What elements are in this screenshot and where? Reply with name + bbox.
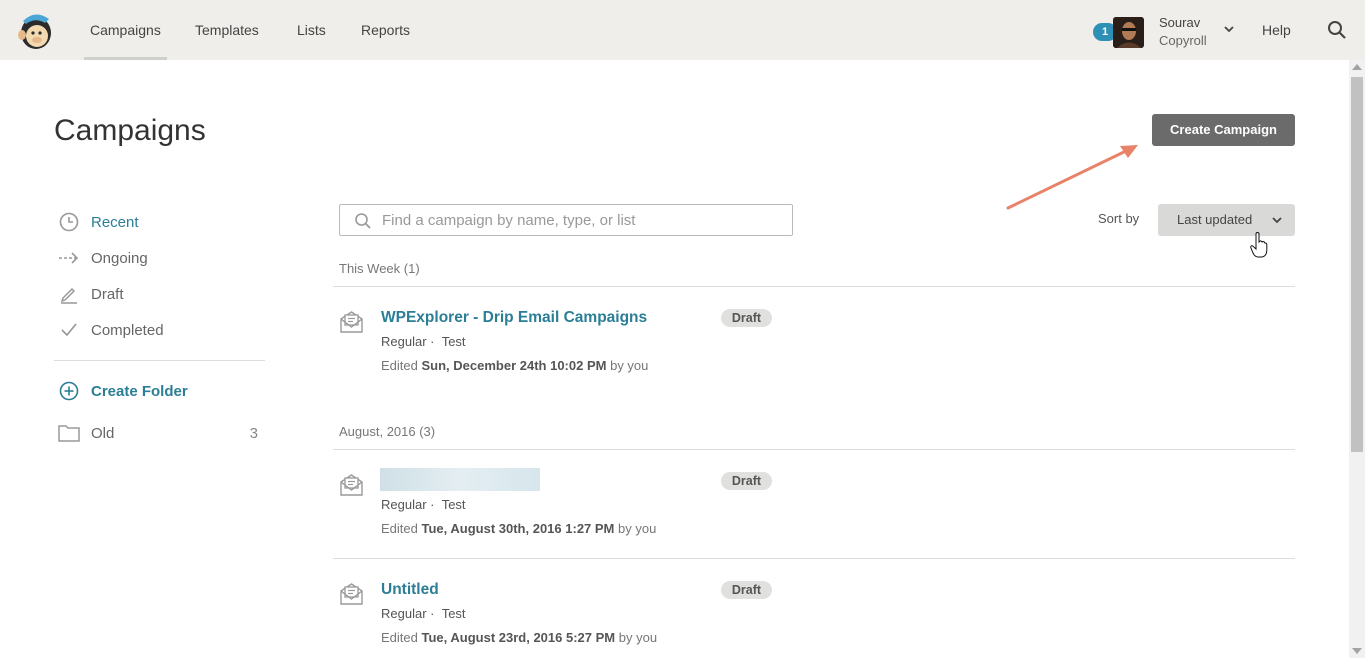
group-label-august-2016: August, 2016 (3) <box>339 424 436 439</box>
annotation-arrow-icon <box>1006 145 1138 210</box>
user-org[interactable]: Copyroll <box>1159 33 1207 48</box>
avatar-photo-icon <box>1113 17 1144 48</box>
nav-lists[interactable]: Lists <box>297 0 326 60</box>
campaign-list: Test <box>441 334 466 349</box>
folder-icon <box>58 422 80 444</box>
scroll-down-arrow-icon[interactable] <box>1352 648 1362 654</box>
create-campaign-button[interactable]: Create Campaign <box>1152 114 1295 146</box>
edited-date: Sun, December 24th 10:02 PM <box>421 358 607 373</box>
create-folder-label: Create Folder <box>91 382 188 400</box>
folder-count: 3 <box>249 424 258 442</box>
status-badge: Draft <box>721 472 772 490</box>
page-title: Campaigns <box>54 114 206 147</box>
campaign-meta: Regular · Test <box>381 334 466 349</box>
status-badge: Draft <box>721 309 772 327</box>
edited-suffix: by you <box>618 630 658 645</box>
sidebar-divider <box>54 360 265 361</box>
dashed-arrow-icon <box>58 247 80 269</box>
edited-suffix: by you <box>610 358 649 373</box>
campaign-title-link[interactable]: Untitled <box>381 581 439 599</box>
campaign-list: Test <box>441 497 466 512</box>
chevron-down-icon <box>1272 217 1282 224</box>
sort-value: Last updated <box>1177 212 1253 227</box>
sidebar-item-label: Ongoing <box>91 249 148 267</box>
email-envelope-icon <box>340 474 363 496</box>
campaign-edited: Edited Sun, December 24th 10:02 PM by yo… <box>381 358 648 373</box>
edited-date: Tue, August 23rd, 2016 5:27 PM <box>421 630 616 645</box>
edited-prefix: Edited <box>381 521 418 536</box>
campaign-list: Test <box>441 606 466 621</box>
hand-cursor-icon <box>1250 232 1268 258</box>
search-input[interactable] <box>382 209 782 231</box>
search-icon[interactable] <box>1327 20 1347 40</box>
sort-label: Sort by <box>1098 211 1140 226</box>
blurred-campaign-title[interactable] <box>380 468 540 491</box>
campaign-meta: Regular · Test <box>381 606 466 621</box>
sidebar-folder-old[interactable]: Old 3 <box>58 421 268 445</box>
scrollbar-thumb[interactable] <box>1351 77 1363 452</box>
campaign-type: Regular <box>381 497 427 512</box>
user-name[interactable]: Sourav <box>1159 15 1200 30</box>
plus-circle-icon <box>58 380 80 402</box>
pencil-icon <box>58 283 80 305</box>
campaign-edited: Edited Tue, August 23rd, 2016 5:27 PM by… <box>381 630 657 645</box>
top-navigation-bar: Campaigns Templates Lists Reports 1 Sour… <box>0 0 1365 60</box>
edited-date: Tue, August 30th, 2016 1:27 PM <box>421 521 615 536</box>
campaign-search-box[interactable] <box>339 204 793 236</box>
folder-label: Old <box>91 424 115 442</box>
email-envelope-icon <box>340 311 363 333</box>
sidebar-item-ongoing[interactable]: Ongoing <box>58 246 268 270</box>
group-divider <box>333 449 1295 450</box>
help-link[interactable]: Help <box>1262 0 1291 60</box>
clock-icon <box>58 211 80 233</box>
nav-campaigns[interactable]: Campaigns <box>84 0 167 60</box>
row-divider <box>333 558 1295 559</box>
sidebar-item-completed[interactable]: Completed <box>58 318 268 342</box>
edited-suffix: by you <box>618 521 657 536</box>
create-folder-button[interactable]: Create Folder <box>58 379 268 403</box>
scroll-up-arrow-icon[interactable] <box>1352 64 1362 70</box>
sidebar-item-draft[interactable]: Draft <box>58 282 268 306</box>
sidebar-item-label: Completed <box>91 321 164 339</box>
mailchimp-logo-icon[interactable] <box>17 11 55 51</box>
email-envelope-icon <box>340 583 363 605</box>
sidebar-item-label: Draft <box>91 285 124 303</box>
sidebar-item-label: Recent <box>91 213 139 231</box>
avatar[interactable] <box>1113 17 1144 48</box>
sidebar-item-recent[interactable]: Recent <box>58 210 268 234</box>
nav-reports[interactable]: Reports <box>361 0 410 60</box>
campaign-meta: Regular · Test <box>381 497 466 512</box>
status-badge: Draft <box>721 581 772 599</box>
sort-dropdown[interactable]: Last updated <box>1158 204 1295 236</box>
chevron-down-icon[interactable] <box>1222 22 1236 36</box>
edited-prefix: Edited <box>381 630 418 645</box>
campaign-title-link[interactable]: WPExplorer - Drip Email Campaigns <box>381 309 647 327</box>
campaign-type: Regular <box>381 606 427 621</box>
edited-prefix: Edited <box>381 358 418 373</box>
campaign-edited: Edited Tue, August 30th, 2016 1:27 PM by… <box>381 521 656 536</box>
checkmark-icon <box>58 319 80 341</box>
campaign-type: Regular <box>381 334 427 349</box>
nav-templates[interactable]: Templates <box>195 0 259 60</box>
group-divider <box>333 286 1295 287</box>
search-icon <box>355 213 371 229</box>
group-label-this-week: This Week (1) <box>339 261 420 276</box>
